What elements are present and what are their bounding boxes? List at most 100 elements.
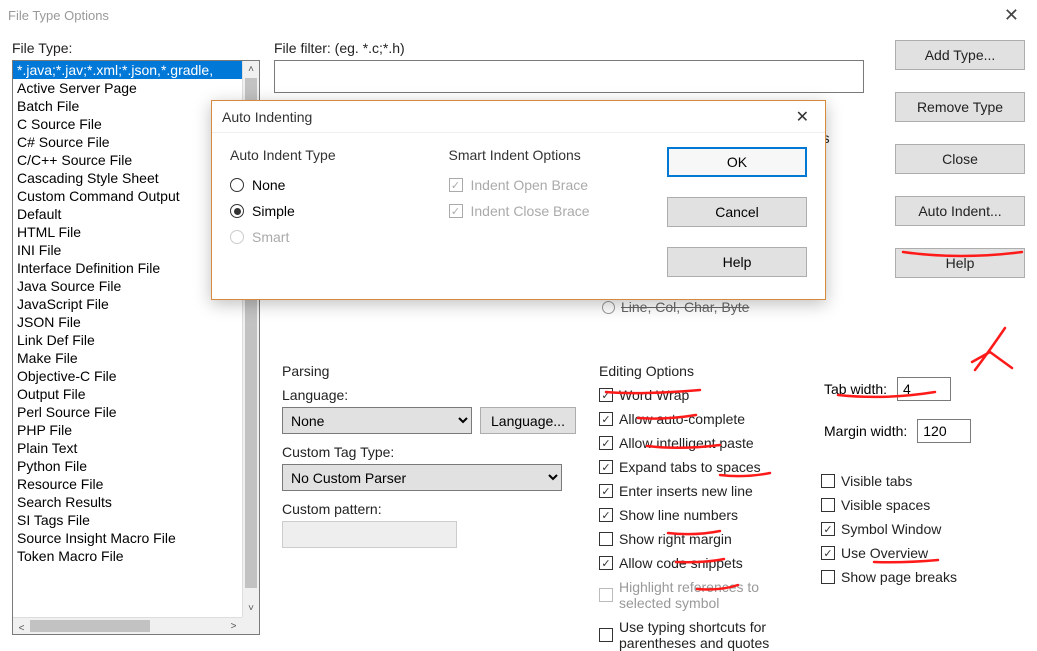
list-item[interactable]: Resource File bbox=[13, 475, 259, 493]
custom-tag-label: Custom Tag Type: bbox=[282, 444, 582, 460]
help-button[interactable]: Help bbox=[895, 248, 1025, 278]
list-item[interactable]: JSON File bbox=[13, 313, 259, 331]
checkbox-icon: ✓ bbox=[599, 484, 613, 498]
checkbox-option: ✓Indent Close Brace bbox=[449, 203, 658, 219]
close-button[interactable]: Close bbox=[895, 144, 1025, 174]
list-item[interactable]: *.java;*.jav;*.xml;*.json,*.gradle, bbox=[13, 61, 259, 79]
scroll-left-icon[interactable]: ˂ bbox=[13, 620, 30, 637]
checkbox-option[interactable]: ✓ Enter inserts new line bbox=[599, 483, 807, 499]
checkbox-label: Highlight references to selected symbol bbox=[619, 579, 807, 611]
close-icon[interactable]: ✕ bbox=[994, 5, 1029, 26]
checkbox-icon: ✓ bbox=[449, 178, 463, 192]
checkbox-icon: ✓ bbox=[821, 546, 835, 560]
checkbox-icon: ✓ bbox=[599, 508, 613, 522]
checkbox-icon: ✓ bbox=[821, 522, 835, 536]
list-item[interactable]: Objective-C File bbox=[13, 367, 259, 385]
margin-width-label: Margin width: bbox=[824, 423, 907, 439]
parsing-title: Parsing bbox=[282, 363, 582, 379]
dialog-title: Auto Indenting bbox=[222, 109, 312, 125]
custom-tag-select[interactable]: No Custom Parser bbox=[282, 464, 562, 491]
list-item[interactable]: Perl Source File bbox=[13, 403, 259, 421]
checkbox-icon: ✓ bbox=[599, 436, 613, 450]
list-item[interactable]: Token Macro File bbox=[13, 547, 259, 565]
checkbox-label: Show page breaks bbox=[841, 569, 957, 585]
checkbox-label: Visible spaces bbox=[841, 497, 930, 513]
checkbox-icon: ✓ bbox=[599, 388, 613, 402]
hscroll-thumb[interactable] bbox=[30, 620, 150, 632]
checkbox-option[interactable]: ✓Symbol Window bbox=[821, 521, 1029, 537]
language-button[interactable]: Language... bbox=[480, 407, 576, 434]
checkbox-option[interactable]: ✓ Use Overview bbox=[821, 545, 1029, 561]
checkbox-option: Highlight references to selected symbol bbox=[599, 579, 807, 611]
line-col-option: Line, Col, Char, Byte bbox=[602, 299, 749, 315]
tab-width-input[interactable] bbox=[897, 377, 951, 401]
checkbox-label: Expand tabs to spaces bbox=[619, 459, 761, 475]
checkbox-label: Enter inserts new line bbox=[619, 483, 753, 499]
list-item[interactable]: Plain Text bbox=[13, 439, 259, 457]
list-item[interactable]: Make File bbox=[13, 349, 259, 367]
custom-pattern-input[interactable] bbox=[282, 521, 457, 548]
checkbox-label: Show line numbers bbox=[619, 507, 738, 523]
radio-option[interactable]: Simple bbox=[230, 203, 439, 219]
checkbox-option[interactable]: ✓ Allow intelligent paste bbox=[599, 435, 807, 451]
checkbox-label: Use Overview bbox=[841, 545, 928, 561]
file-type-label: File Type: bbox=[12, 40, 260, 56]
tab-width-label: Tab width: bbox=[824, 381, 887, 397]
list-item[interactable]: Active Server Page bbox=[13, 79, 259, 97]
checkbox-option: ✓Indent Open Brace bbox=[449, 177, 658, 193]
window-titlebar: File Type Options ✕ bbox=[0, 0, 1037, 30]
auto-indenting-dialog: Auto Indenting ✕ Auto Indent Type NoneSi… bbox=[211, 100, 826, 300]
listbox-hscrollbar[interactable]: ˂ ˃ bbox=[13, 617, 242, 634]
checkbox-option[interactable]: ✓Expand tabs to spaces bbox=[599, 459, 807, 475]
checkbox-icon bbox=[599, 532, 613, 546]
list-item[interactable]: Search Results bbox=[13, 493, 259, 511]
scroll-up-icon[interactable]: ˄ bbox=[243, 61, 259, 78]
custom-pattern-label: Custom pattern: bbox=[282, 501, 582, 517]
smart-indent-title: Smart Indent Options bbox=[449, 147, 658, 163]
list-item[interactable]: Link Def File bbox=[13, 331, 259, 349]
add-type-button[interactable]: Add Type... bbox=[895, 40, 1025, 70]
remove-type-button[interactable]: Remove Type bbox=[895, 92, 1025, 122]
radio-icon bbox=[230, 178, 244, 192]
radio-option[interactable]: None bbox=[230, 177, 439, 193]
checkbox-icon: ✓ bbox=[599, 556, 613, 570]
window-title: File Type Options bbox=[8, 8, 109, 23]
checkbox-icon bbox=[821, 474, 835, 488]
ok-button[interactable]: OK bbox=[667, 147, 807, 177]
checkbox-option[interactable]: Show page breaks bbox=[821, 569, 1029, 585]
checkbox-option[interactable]: ✓Word Wrap bbox=[599, 387, 807, 403]
checkbox-option[interactable]: ✓ Allow code snippets bbox=[599, 555, 807, 571]
checkbox-icon bbox=[599, 588, 613, 602]
dialog-close-icon[interactable]: ✕ bbox=[790, 107, 815, 127]
scroll-down-icon[interactable]: ˅ bbox=[243, 600, 259, 617]
list-item[interactable]: Output File bbox=[13, 385, 259, 403]
checkbox-option[interactable]: Show right margin bbox=[599, 531, 807, 547]
checkbox-label: Show right margin bbox=[619, 531, 732, 547]
file-filter-input[interactable] bbox=[274, 60, 864, 93]
list-item[interactable]: Python File bbox=[13, 457, 259, 475]
checkbox-label: Allow code snippets bbox=[619, 555, 743, 571]
radio-icon bbox=[602, 301, 615, 314]
language-select[interactable]: None bbox=[282, 407, 472, 434]
checkbox-icon: ✓ bbox=[599, 412, 613, 426]
auto-indent-button[interactable]: Auto Indent... bbox=[895, 196, 1025, 226]
scroll-right-icon[interactable]: ˃ bbox=[225, 618, 242, 635]
cancel-button[interactable]: Cancel bbox=[667, 197, 807, 227]
dialog-help-button[interactable]: Help bbox=[667, 247, 807, 277]
scroll-corner bbox=[242, 617, 259, 634]
checkbox-label: Allow auto-complete bbox=[619, 411, 745, 427]
checkbox-label: Visible tabs bbox=[841, 473, 912, 489]
checkbox-option[interactable]: Use typing shortcuts for parentheses and… bbox=[599, 619, 807, 651]
checkbox-option[interactable]: Visible spaces bbox=[821, 497, 1029, 513]
checkbox-option[interactable]: ✓ Show line numbers bbox=[599, 507, 807, 523]
list-item[interactable]: Source Insight Macro File bbox=[13, 529, 259, 547]
list-item[interactable]: SI Tags File bbox=[13, 511, 259, 529]
margin-width-input[interactable] bbox=[917, 419, 971, 443]
checkbox-label: Allow intelligent paste bbox=[619, 435, 754, 451]
list-item[interactable]: PHP File bbox=[13, 421, 259, 439]
checkbox-option[interactable]: Visible tabs bbox=[821, 473, 1029, 489]
checkbox-option[interactable]: ✓ Allow auto-complete bbox=[599, 411, 807, 427]
checkbox-icon bbox=[821, 498, 835, 512]
radio-icon bbox=[230, 204, 244, 218]
checkbox-icon bbox=[821, 570, 835, 584]
